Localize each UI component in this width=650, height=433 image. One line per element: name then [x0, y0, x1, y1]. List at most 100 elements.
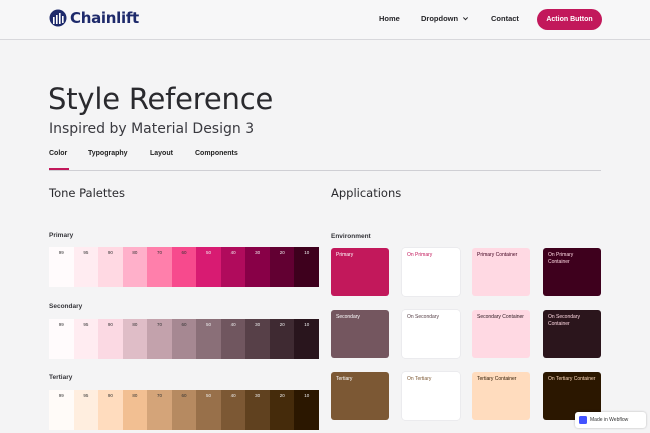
- tone-value: 99: [58, 250, 64, 255]
- app-card-label: Tertiary Container: [477, 376, 517, 382]
- action-button[interactable]: Action Button: [537, 9, 602, 30]
- app-card-tertiary-container: Tertiary Container: [472, 372, 530, 420]
- tone-swatch: 60: [171, 390, 197, 430]
- tone-value: 20: [279, 393, 285, 398]
- navbar: Chainlift Home Dropdown Contact Action B…: [0, 0, 650, 40]
- tone-value: 50: [206, 322, 212, 327]
- tab-color[interactable]: Color: [49, 150, 67, 157]
- tone-swatch: 10: [294, 247, 320, 287]
- tone-value: 60: [181, 250, 187, 255]
- tone-value: 10: [304, 393, 310, 398]
- palette-label-tertiary: Tertiary: [49, 374, 73, 381]
- tone-value: 40: [230, 250, 236, 255]
- tone-value: 95: [83, 322, 89, 327]
- tone-value: 99: [58, 393, 64, 398]
- tone-swatch: 80: [122, 390, 148, 430]
- tone-swatch: 95: [73, 390, 99, 430]
- tone-value: 20: [279, 250, 285, 255]
- app-card-label: On Primary: [407, 252, 433, 258]
- tone-swatch: 99: [49, 247, 74, 287]
- palette-row-tertiary: 99 95 90 80 70 60 50 40 30 20 10: [49, 390, 320, 430]
- app-card-label: On Tertiary: [407, 376, 432, 382]
- tab-typography[interactable]: Typography: [88, 150, 128, 157]
- tone-value: 40: [230, 393, 236, 398]
- app-card-on-primary: On Primary: [402, 248, 460, 296]
- app-card-on-tertiary: On Tertiary: [402, 372, 460, 420]
- tone-value: 70: [156, 322, 162, 327]
- tone-value: 50: [206, 393, 212, 398]
- app-card-label: Tertiary: [336, 376, 353, 382]
- tone-value: 10: [304, 322, 310, 327]
- page-subtitle: Inspired by Material Design 3: [49, 121, 255, 137]
- app-card-label: Secondary Container: [477, 314, 524, 320]
- tone-swatch: 20: [269, 247, 295, 287]
- tone-value: 99: [58, 322, 64, 327]
- app-card-primary: Primary: [331, 248, 389, 296]
- webflow-logo-icon: [579, 416, 587, 424]
- tone-value: 80: [132, 393, 138, 398]
- made-in-webflow-badge[interactable]: Made in Webflow: [575, 412, 646, 428]
- tone-value: 90: [107, 250, 113, 255]
- tone-palettes-heading: Tone Palettes: [49, 186, 125, 200]
- tone-swatch: 90: [98, 390, 123, 430]
- nav-home-link[interactable]: Home: [379, 14, 400, 23]
- nav-dropdown[interactable]: Dropdown: [421, 14, 469, 23]
- app-card-label: On Secondary Container: [548, 314, 580, 327]
- app-card-primary-container: Primary Container: [472, 248, 530, 296]
- tone-value: 50: [206, 250, 212, 255]
- tone-value: 30: [255, 322, 261, 327]
- tone-value: 30: [255, 250, 261, 255]
- app-card-secondary: Secondary: [331, 310, 389, 358]
- webflow-badge-label: Made in Webflow: [590, 417, 629, 423]
- tone-swatch: 99: [49, 319, 74, 359]
- tone-swatch: 10: [294, 319, 320, 359]
- tone-value: 70: [156, 393, 162, 398]
- tone-swatch: 90: [98, 247, 123, 287]
- palette-row-primary: 99 95 90 80 70 60 50 40 30 20 10: [49, 247, 320, 287]
- app-card-label: On Primary Container: [548, 252, 574, 265]
- tone-swatch: 80: [122, 247, 148, 287]
- tone-value: 10: [304, 250, 310, 255]
- tone-value: 90: [107, 393, 113, 398]
- tone-swatch: 70: [147, 319, 172, 359]
- app-card-label: On Secondary: [407, 314, 439, 320]
- app-card-tertiary: Tertiary: [331, 372, 389, 420]
- nav-contact-link[interactable]: Contact: [491, 14, 519, 23]
- tone-swatch: 20: [269, 319, 295, 359]
- tone-value: 80: [132, 250, 138, 255]
- app-card-on-secondary: On Secondary: [402, 310, 460, 358]
- tone-swatch: 80: [122, 319, 148, 359]
- tone-value: 70: [156, 250, 162, 255]
- tone-value: 30: [255, 393, 261, 398]
- nav-dropdown-label: Dropdown: [421, 14, 459, 23]
- tone-swatch: 99: [49, 390, 74, 430]
- tone-swatch: 95: [73, 319, 99, 359]
- app-card-label: Primary Container: [477, 252, 518, 258]
- tone-swatch: 30: [245, 247, 270, 287]
- app-card-label: Secondary: [336, 314, 360, 320]
- page-title: Style Reference: [48, 82, 274, 116]
- tone-swatch: 40: [220, 390, 246, 430]
- environment-label: Environment: [331, 233, 371, 240]
- chainlift-logo-icon: [49, 9, 67, 27]
- tone-swatch: 95: [73, 247, 99, 287]
- tab-components[interactable]: Components: [195, 150, 238, 157]
- tone-swatch: 20: [269, 390, 295, 430]
- tone-value: 60: [181, 322, 187, 327]
- app-card-on-secondary-container: On Secondary Container: [543, 310, 601, 358]
- palette-label-primary: Primary: [49, 232, 74, 239]
- app-card-on-primary-container: On Primary Container: [543, 248, 601, 296]
- tone-swatch: 70: [147, 390, 172, 430]
- active-tab-indicator: [49, 168, 69, 170]
- brand-logo[interactable]: Chainlift: [49, 9, 139, 27]
- tone-swatch: 50: [196, 319, 221, 359]
- tone-swatch: 40: [220, 247, 246, 287]
- tone-swatch: 50: [196, 390, 221, 430]
- app-card-label: On Tertiary Container: [548, 376, 596, 382]
- tab-layout[interactable]: Layout: [150, 150, 173, 157]
- tone-swatch: 90: [98, 319, 123, 359]
- app-card-label: Primary: [336, 252, 354, 258]
- tone-value: 60: [181, 393, 187, 398]
- tone-value: 20: [279, 322, 285, 327]
- tone-value: 90: [107, 322, 113, 327]
